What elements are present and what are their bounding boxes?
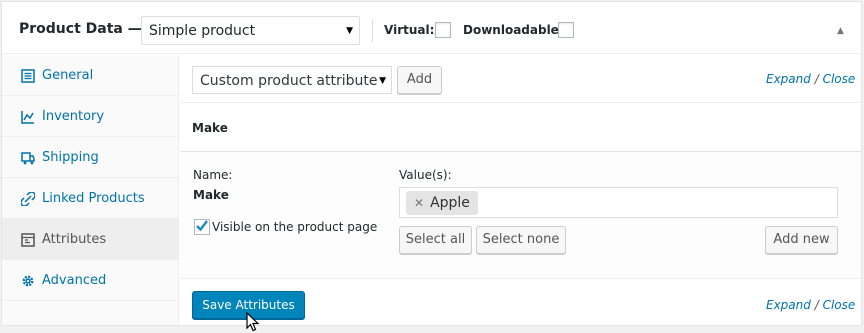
remove-chip-icon[interactable]: ✕	[414, 196, 424, 210]
panel-title: Product Data —	[19, 21, 142, 37]
value-chip-label: Apple	[430, 195, 470, 211]
product-type-value: Simple product	[149, 23, 256, 39]
value-chip: ✕ Apple	[406, 191, 478, 215]
attribute-values-input[interactable]: ✕ Apple	[399, 187, 838, 218]
product-data-tabs: General Inventory Shipping Linked Produc…	[2, 55, 179, 325]
tab-general[interactable]: General	[2, 55, 179, 96]
downloadable-checkbox[interactable]	[558, 22, 574, 38]
attribute-header-name: Make	[192, 121, 228, 135]
link-separator: /	[814, 72, 819, 86]
values-label: Value(s):	[399, 168, 452, 182]
shipping-icon	[21, 152, 35, 165]
select-none-button[interactable]: Select none	[476, 226, 566, 254]
tab-inventory[interactable]: Inventory	[2, 96, 179, 137]
inventory-icon	[21, 111, 34, 124]
virtual-label: Virtual:	[384, 23, 435, 37]
attributes-icon	[21, 233, 35, 247]
tab-shipping[interactable]: Shipping	[2, 137, 179, 178]
product-data-panel: Product Data — Simple product ▼ Virtual:…	[1, 1, 862, 326]
tab-shipping-label: Shipping	[42, 150, 99, 165]
chevron-down-icon: ▼	[346, 26, 353, 36]
attribute-header[interactable]: Make	[180, 104, 861, 152]
footer-expand-link[interactable]: Expand	[766, 298, 811, 312]
visible-on-product-page-label: Visible on the product page	[212, 220, 378, 234]
add-new-button[interactable]: Add new	[765, 226, 838, 254]
general-icon	[21, 69, 35, 83]
attribute-name-value: Make	[193, 188, 229, 202]
downloadable-label: Downloadable:	[463, 23, 564, 37]
gear-icon	[22, 275, 34, 287]
virtual-checkbox[interactable]	[435, 22, 451, 38]
name-label: Name:	[193, 168, 233, 182]
checkmark-icon	[196, 220, 208, 232]
mouse-cursor-icon	[246, 312, 260, 332]
attribute-body: Name: Make Value(s): ✕ Apple Visible on t…	[180, 152, 861, 279]
expand-link[interactable]: Expand	[766, 72, 811, 86]
tab-advanced-label: Advanced	[42, 273, 107, 288]
product-data-header: Product Data — Simple product ▼ Virtual:…	[2, 2, 861, 54]
linked-products-icon	[21, 192, 35, 206]
header-divider	[372, 19, 373, 42]
tab-attributes-label: Attributes	[42, 232, 107, 247]
attributes-toolbar: Custom product attribute ▼ Add Expand / …	[180, 55, 861, 103]
footer-link-separator: /	[814, 298, 819, 312]
tab-general-label: General	[42, 68, 94, 83]
add-attribute-button[interactable]: Add	[397, 66, 442, 94]
close-link[interactable]: Close	[823, 72, 856, 86]
tab-advanced[interactable]: Advanced	[2, 260, 179, 301]
attributes-panel: Custom product attribute ▼ Add Expand / …	[180, 55, 861, 325]
visible-on-product-page-checkbox[interactable]	[194, 219, 210, 235]
tab-attributes[interactable]: Attributes	[2, 219, 179, 260]
footer-close-link[interactable]: Close	[823, 298, 856, 312]
tab-inventory-label: Inventory	[42, 109, 105, 124]
collapse-arrow-icon[interactable]: ▲	[837, 26, 844, 36]
expand-close-links: Expand / Close	[766, 72, 855, 86]
chevron-down-icon: ▼	[379, 76, 386, 86]
product-type-select[interactable]: Simple product ▼	[141, 16, 360, 45]
footer-expand-close-links: Expand / Close	[766, 298, 855, 312]
attributes-footer: Save Attributes Expand / Close	[180, 279, 861, 325]
tab-linked-products-label: Linked Products	[42, 191, 145, 206]
attribute-taxonomy-select[interactable]: Custom product attribute ▼	[192, 66, 392, 94]
select-all-button[interactable]: Select all	[399, 226, 472, 254]
tab-linked-products[interactable]: Linked Products	[2, 178, 179, 219]
attribute-select-value: Custom product attribute	[200, 73, 378, 89]
